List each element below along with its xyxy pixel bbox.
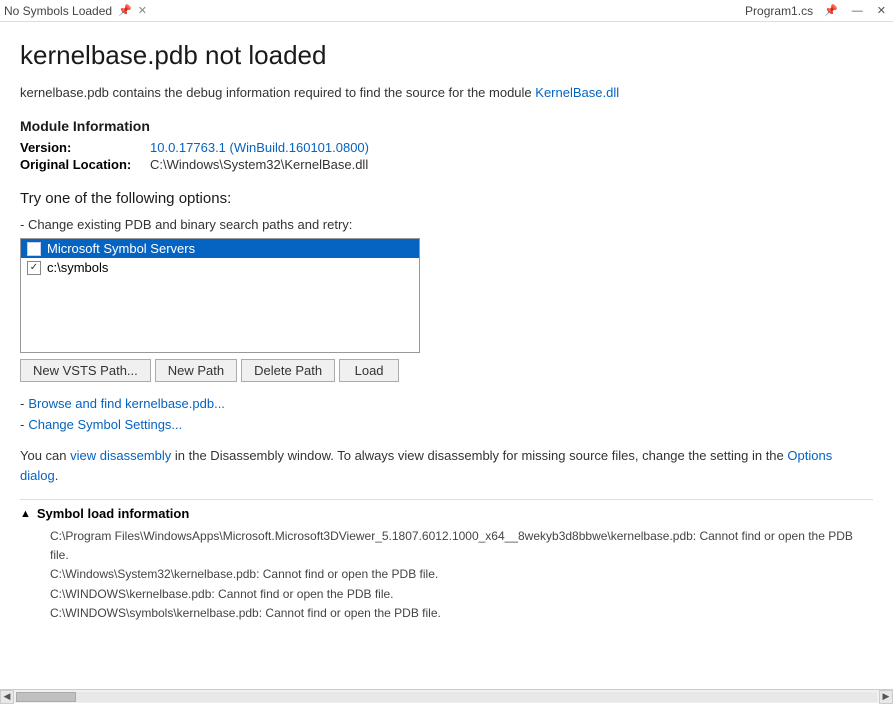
symbol-log: C:\Program Files\WindowsApps\Microsoft.M… xyxy=(20,527,873,623)
symbol-log-line-3: C:\WINDOWS\symbols\kernelbase.pdb: Canno… xyxy=(50,604,873,623)
path-label-0: Microsoft Symbol Servers xyxy=(47,241,195,256)
new-vsts-path-button[interactable]: New VSTS Path... xyxy=(20,359,151,382)
view-disassembly-link[interactable]: view disassembly xyxy=(70,448,171,463)
symbol-section-title: Symbol load information xyxy=(37,506,189,521)
dash-1: - xyxy=(20,417,24,432)
change-symbol-settings-link[interactable]: Change Symbol Settings... xyxy=(28,417,182,432)
version-link[interactable]: 10.0.17763.1 (WinBuild.160101.0800) xyxy=(150,140,369,155)
options-section: Try one of the following options: - Chan… xyxy=(20,190,873,382)
version-value: 10.0.17763.1 (WinBuild.160101.0800) xyxy=(150,140,369,155)
title-bar-left: No Symbols Loaded 📌 ✕ xyxy=(4,4,147,18)
tab-close-icon[interactable]: ✕ xyxy=(138,4,147,17)
info-middle: in the Disassembly window. To always vie… xyxy=(171,448,787,463)
path-label-1: c:\symbols xyxy=(47,260,108,275)
pin-icon[interactable]: 📌 xyxy=(118,4,132,17)
chevron-icon: ▲ xyxy=(20,508,31,520)
dash-0: - xyxy=(20,396,24,411)
options-title: Try one of the following options: xyxy=(20,190,873,207)
link-item-0: - Browse and find kernelbase.pdb... xyxy=(20,396,873,411)
title-bar: No Symbols Loaded 📌 ✕ Program1.cs 📌 — ✕ xyxy=(0,0,893,22)
version-label: Version: xyxy=(20,140,150,155)
load-button[interactable]: Load xyxy=(339,359,399,382)
location-value: C:\Windows\System32\KernelBase.dll xyxy=(150,157,368,172)
description-text: kernelbase.pdb contains the debug inform… xyxy=(20,85,873,100)
horizontal-scrollbar[interactable]: ◀ ▶ xyxy=(0,689,893,703)
links-section: - Browse and find kernelbase.pdb... - Ch… xyxy=(20,396,873,432)
checkbox-microsoft-symbol[interactable] xyxy=(27,242,41,256)
sub-section-label: - Change existing PDB and binary search … xyxy=(20,217,873,232)
info-suffix: . xyxy=(55,468,59,483)
path-item-1[interactable]: ✓ c:\symbols xyxy=(21,258,419,277)
module-info-title: Module Information xyxy=(20,118,873,134)
main-content: kernelbase.pdb not loaded kernelbase.pdb… xyxy=(0,22,893,689)
page-title: kernelbase.pdb not loaded xyxy=(20,40,873,71)
top-right-controls: Program1.cs 📌 — ✕ xyxy=(745,4,889,18)
description-prefix: kernelbase.pdb contains the debug inform… xyxy=(20,85,535,100)
tab-label: No Symbols Loaded xyxy=(4,4,112,18)
scroll-left-arrow[interactable]: ◀ xyxy=(0,690,14,704)
link-item-1: - Change Symbol Settings... xyxy=(20,417,873,432)
description-module: KernelBase.dll xyxy=(535,85,619,100)
browse-link[interactable]: Browse and find kernelbase.pdb... xyxy=(28,396,225,411)
window-pin-icon[interactable]: 📌 xyxy=(821,4,841,17)
window-close-icon[interactable]: ✕ xyxy=(874,4,889,17)
scrollbar-thumb[interactable] xyxy=(16,692,76,702)
symbol-log-line-1: C:\Windows\System32\kernelbase.pdb: Cann… xyxy=(50,565,873,584)
paths-listbox[interactable]: Microsoft Symbol Servers ✓ c:\symbols xyxy=(20,238,420,353)
info-prefix: You can xyxy=(20,448,70,463)
checkbox-csymbols[interactable]: ✓ xyxy=(27,261,41,275)
symbol-log-line-2: C:\WINDOWS\kernelbase.pdb: Cannot find o… xyxy=(50,585,873,604)
symbol-section-header[interactable]: ▲ Symbol load information xyxy=(20,506,873,521)
new-path-button[interactable]: New Path xyxy=(155,359,237,382)
symbol-section: ▲ Symbol load information C:\Program Fil… xyxy=(20,499,873,623)
symbol-log-line-0: C:\Program Files\WindowsApps\Microsoft.M… xyxy=(50,527,873,565)
path-item-0[interactable]: Microsoft Symbol Servers xyxy=(21,239,419,258)
scroll-right-arrow[interactable]: ▶ xyxy=(879,690,893,704)
scrollbar-track[interactable] xyxy=(16,692,877,702)
location-row: Original Location: C:\Windows\System32\K… xyxy=(20,157,873,172)
location-label: Original Location: xyxy=(20,157,150,172)
buttons-row: New VSTS Path... New Path Delete Path Lo… xyxy=(20,359,873,382)
filename-label: Program1.cs xyxy=(745,4,813,18)
module-info-section: Module Information Version: 10.0.17763.1… xyxy=(20,118,873,172)
info-line: You can view disassembly in the Disassem… xyxy=(20,446,873,485)
delete-path-button[interactable]: Delete Path xyxy=(241,359,335,382)
version-row: Version: 10.0.17763.1 (WinBuild.160101.0… xyxy=(20,140,873,155)
window-min-icon[interactable]: — xyxy=(849,5,866,17)
